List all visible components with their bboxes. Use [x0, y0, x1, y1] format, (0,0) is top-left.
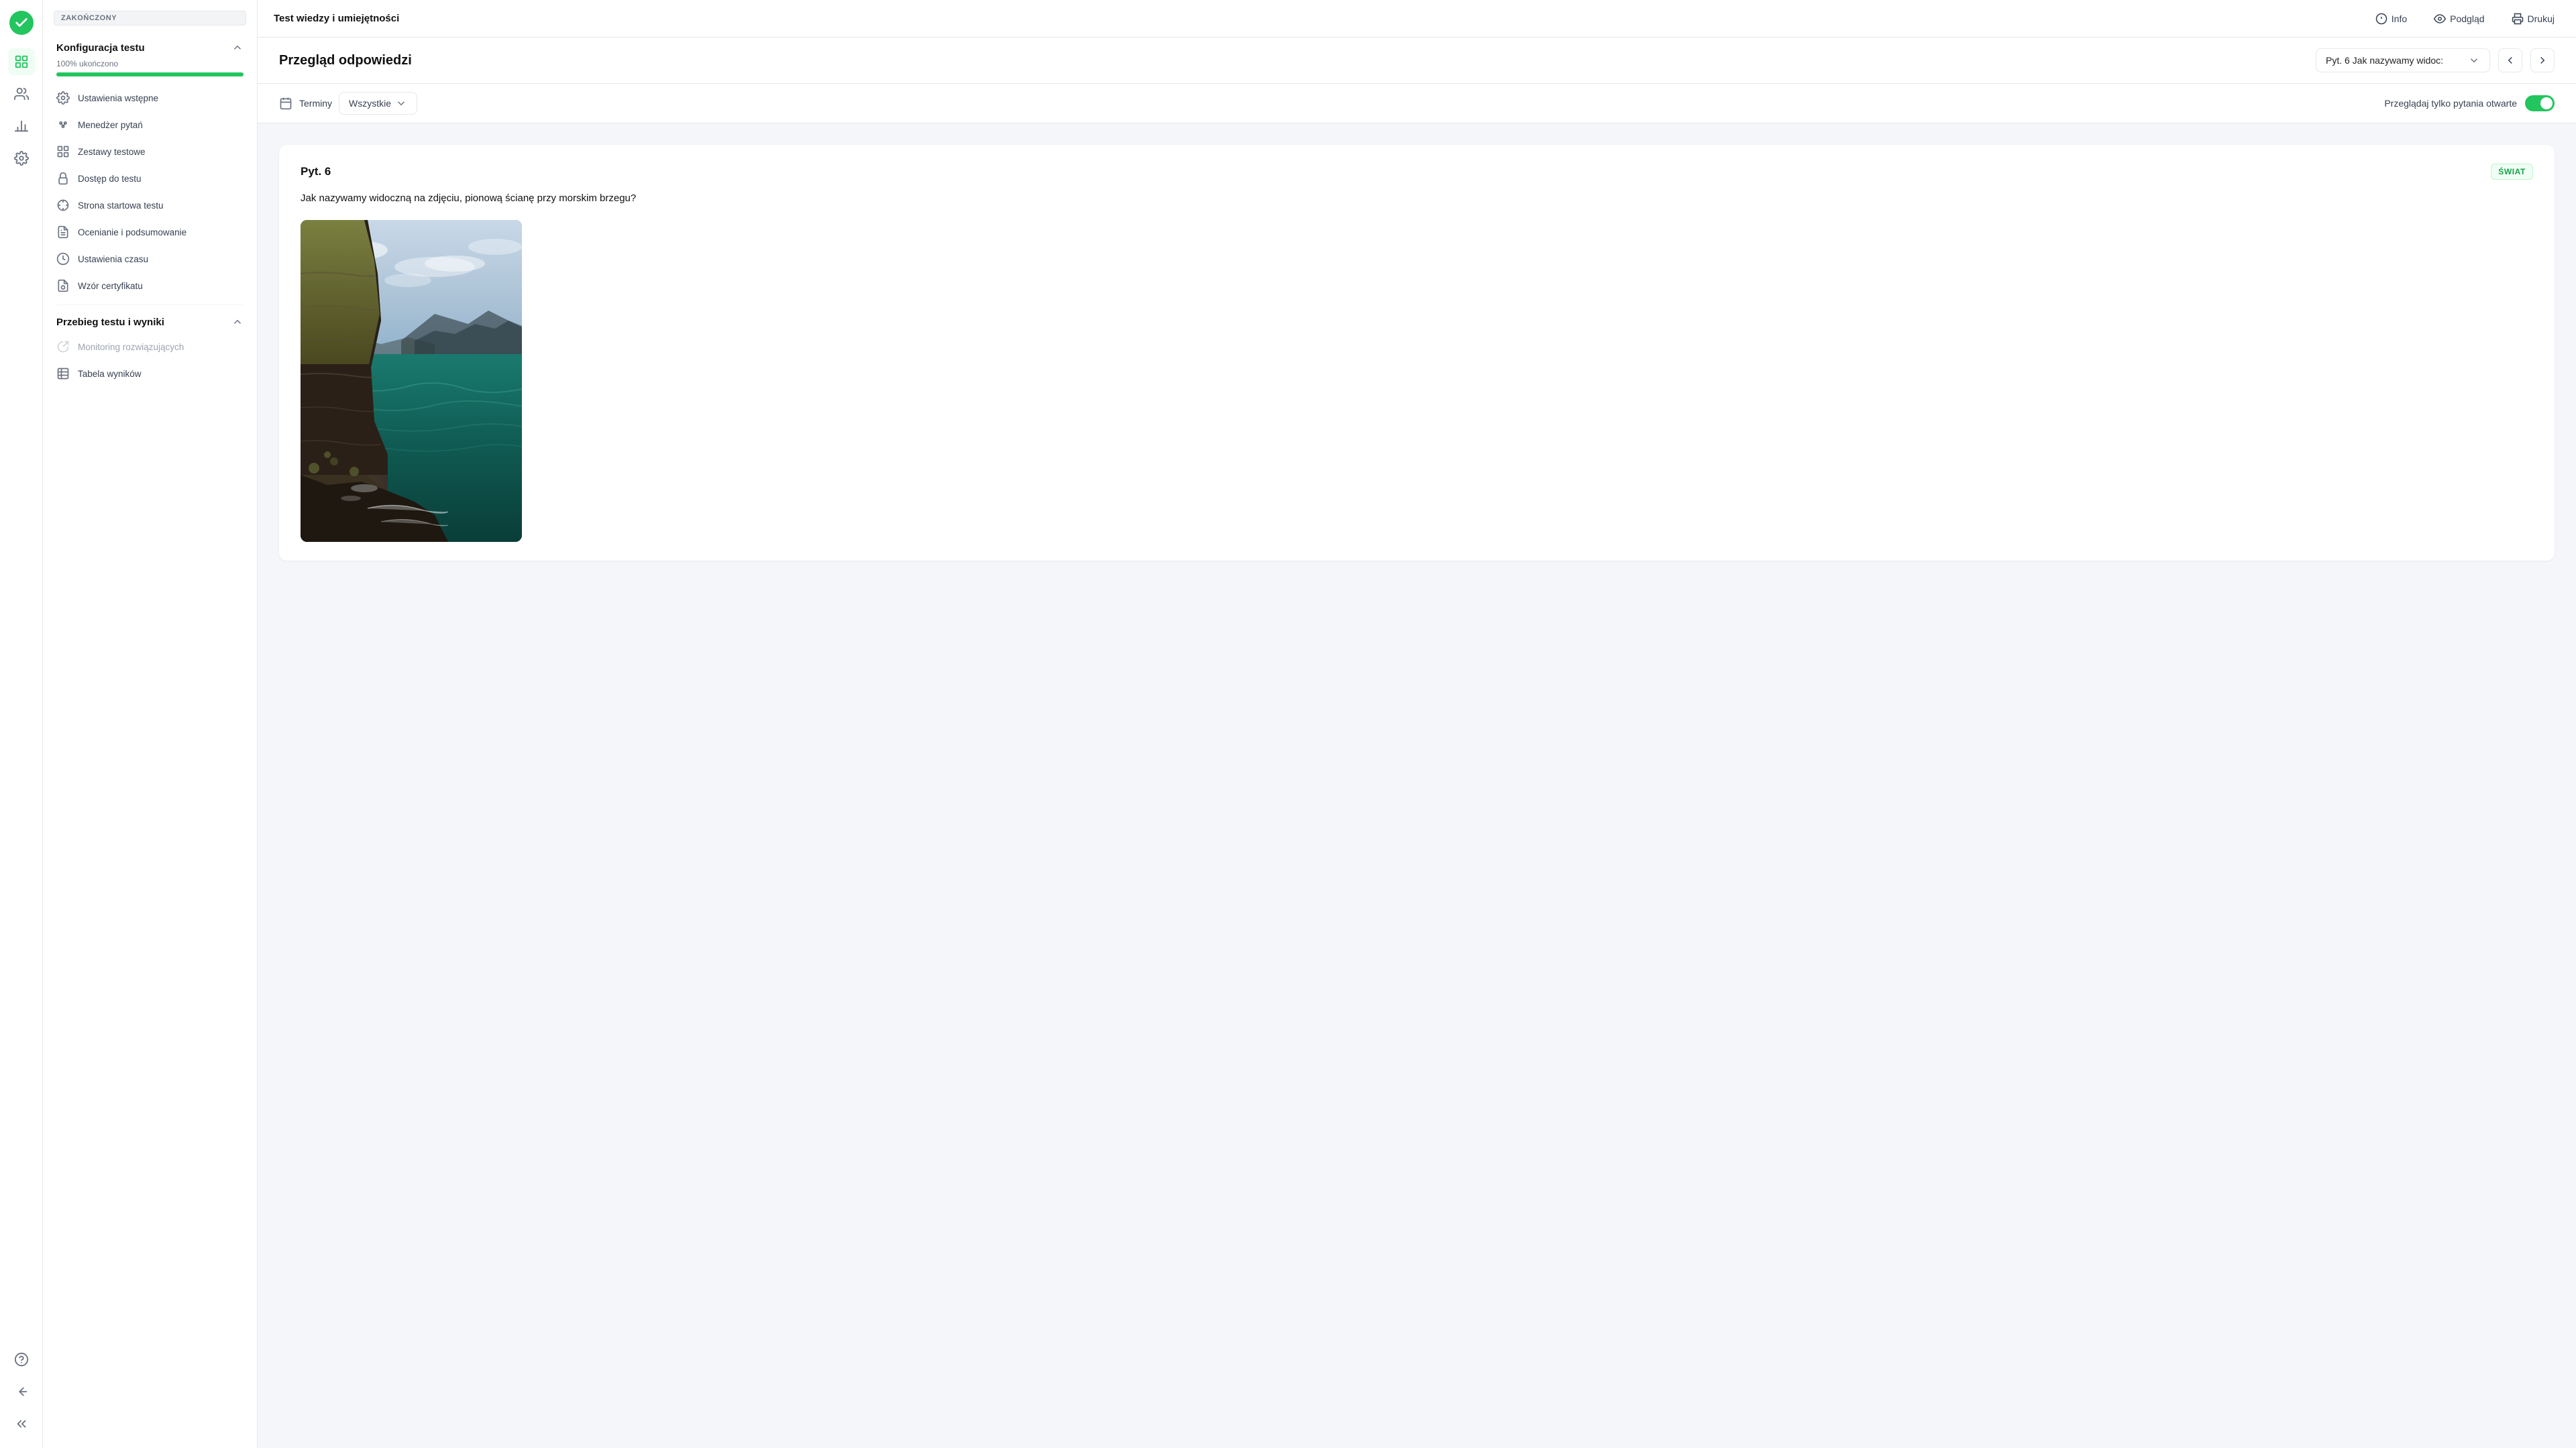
- eye-icon: [2434, 13, 2446, 25]
- time-icon: [56, 252, 70, 266]
- icon-bar: [0, 0, 43, 1448]
- question-number: Pyt. 6: [301, 165, 331, 178]
- sidebar-item-zestawy[interactable]: Zestawy testowe: [51, 138, 249, 165]
- nav-icon-collapse[interactable]: [8, 1410, 35, 1437]
- collapse-icon: [231, 42, 244, 54]
- question-card: Pyt. 6 ŚWIAT Jak nazywamy widoczną na zd…: [279, 145, 2555, 561]
- question-number-row: Pyt. 6 ŚWIAT: [301, 164, 2533, 180]
- lock-icon: [56, 172, 70, 185]
- sidebar-item-menedzer-pytan[interactable]: Menedżer pytań: [51, 111, 249, 138]
- nav-icon-back[interactable]: [8, 1378, 35, 1405]
- filter-bar: Terminy Wszystkie Przeglądaj tylko pytan…: [258, 84, 2576, 123]
- topbar: Test wiedzy i umiejętności Info Podgląd: [258, 0, 2576, 38]
- results-section-title: Przebieg testu i wyniki: [56, 317, 164, 328]
- content-title: Przegląd odpowiedzi: [279, 53, 412, 68]
- question-selector-text: Pyt. 6 Jak nazywamy widoc:: [2326, 55, 2443, 66]
- sidebar-item-label: Menedżer pytań: [78, 120, 143, 130]
- main-content: Test wiedzy i umiejętności Info Podgląd: [258, 0, 2576, 1448]
- nav-icon-people[interactable]: [8, 80, 35, 107]
- preview-label: Podgląd: [2450, 13, 2484, 24]
- terms-value: Wszystkie: [349, 98, 391, 109]
- question-tag: ŚWIAT: [2491, 164, 2533, 180]
- content-header-right: Pyt. 6 Jak nazywamy widoc:: [2316, 48, 2555, 72]
- filter-right: Przeglądaj tylko pytania otwarte: [2384, 95, 2555, 111]
- settings-icon: [56, 91, 70, 105]
- progress-row: 100% ukończono: [51, 59, 249, 85]
- sidebar-item-ustawienia-wstepne[interactable]: Ustawienia wstępne: [51, 85, 249, 111]
- filter-chevron-icon: [395, 97, 407, 109]
- progress-bar-fill: [56, 72, 244, 76]
- nav-icon-chart[interactable]: [8, 113, 35, 140]
- sidebar-item-label: Ustawienia wstępne: [78, 93, 158, 103]
- preview-button[interactable]: Podgląd: [2428, 9, 2489, 29]
- question-image: [301, 220, 522, 542]
- progress-bar-bg: [56, 72, 244, 76]
- app-logo[interactable]: [9, 11, 34, 35]
- topbar-title: Test wiedzy i umiejętności: [274, 13, 399, 24]
- nav-icon-grid[interactable]: [8, 48, 35, 75]
- question-text: Jak nazywamy widoczną na zdjęciu, pionow…: [301, 190, 2533, 207]
- question-selector[interactable]: Pyt. 6 Jak nazywamy widoc:: [2316, 48, 2490, 72]
- info-label: Info: [2392, 13, 2407, 24]
- nav-icon-gear[interactable]: [8, 145, 35, 172]
- config-section-title: Konfiguracja testu: [56, 42, 145, 54]
- terms-filter-button[interactable]: Wszystkie: [339, 92, 417, 115]
- sidebar-item-label: Tabela wyników: [78, 369, 142, 379]
- sidebar-item-monitoring[interactable]: Monitoring rozwiązujących: [51, 333, 249, 360]
- sidebar-item-label: Dostęp do testu: [78, 174, 142, 184]
- questions-icon: [56, 118, 70, 131]
- sidebar-item-ocenianie[interactable]: Ocenianie i podsumowanie: [51, 219, 249, 245]
- sidebar-item-dostep[interactable]: Dostęp do testu: [51, 165, 249, 192]
- sidebar-item-certyfikat[interactable]: Wzór certyfikatu: [51, 272, 249, 299]
- chevron-down-icon: [2468, 54, 2480, 66]
- sidebar-item-label: Monitoring rozwiązujących: [78, 342, 184, 352]
- topbar-actions: Info Podgląd Drukuj: [2370, 9, 2560, 29]
- results-section-header[interactable]: Przebieg testu i wyniki: [51, 311, 249, 333]
- sidebar-item-label: Zestawy testowe: [78, 147, 146, 157]
- start-page-icon: [56, 199, 70, 212]
- certificate-icon: [56, 279, 70, 292]
- status-badge: ZAKOŃCZONY: [54, 11, 246, 25]
- filter-left: Terminy Wszystkie: [279, 92, 417, 115]
- monitoring-icon: [56, 340, 70, 353]
- sets-icon: [56, 145, 70, 158]
- sidebar-item-strona-startowa[interactable]: Strona startowa testu: [51, 192, 249, 219]
- config-section-header[interactable]: Konfiguracja testu: [51, 36, 249, 59]
- progress-label: 100% ukończono: [56, 59, 244, 68]
- sidebar-item-label: Wzór certyfikatu: [78, 281, 143, 291]
- chevron-left-icon: [2504, 54, 2516, 66]
- info-button[interactable]: Info: [2370, 9, 2412, 29]
- chevron-right-icon: [2536, 54, 2548, 66]
- cliff-svg: [301, 220, 522, 542]
- print-button[interactable]: Drukuj: [2506, 9, 2560, 29]
- sidebar-item-label: Ustawienia czasu: [78, 254, 148, 264]
- collapse-results-icon: [231, 316, 244, 328]
- next-button[interactable]: [2530, 48, 2555, 72]
- print-icon: [2512, 13, 2524, 25]
- sidebar-divider: [56, 304, 244, 305]
- scroll-area: Pyt. 6 ŚWIAT Jak nazywamy widoczną na zd…: [258, 123, 2576, 1448]
- calendar-icon: [279, 97, 292, 110]
- sidebar-item-tabela-wynikow[interactable]: Tabela wyników: [51, 360, 249, 387]
- sidebar-item-label: Strona startowa testu: [78, 201, 164, 211]
- sidebar-item-label: Ocenianie i podsumowanie: [78, 227, 186, 237]
- results-table-icon: [56, 367, 70, 380]
- open-questions-label: Przeglądaj tylko pytania otwarte: [2384, 98, 2517, 109]
- grading-icon: [56, 225, 70, 239]
- sidebar: ZAKOŃCZONY Konfiguracja testu 100% ukońc…: [43, 0, 258, 1448]
- prev-button[interactable]: [2498, 48, 2522, 72]
- terms-label: Terminy: [299, 98, 332, 109]
- open-questions-toggle[interactable]: [2525, 95, 2555, 111]
- print-label: Drukuj: [2528, 13, 2555, 24]
- sidebar-item-czas[interactable]: Ustawienia czasu: [51, 245, 249, 272]
- content-header: Przegląd odpowiedzi Pyt. 6 Jak nazywamy …: [258, 38, 2576, 84]
- info-icon: [2375, 13, 2387, 25]
- nav-icon-question[interactable]: [8, 1346, 35, 1373]
